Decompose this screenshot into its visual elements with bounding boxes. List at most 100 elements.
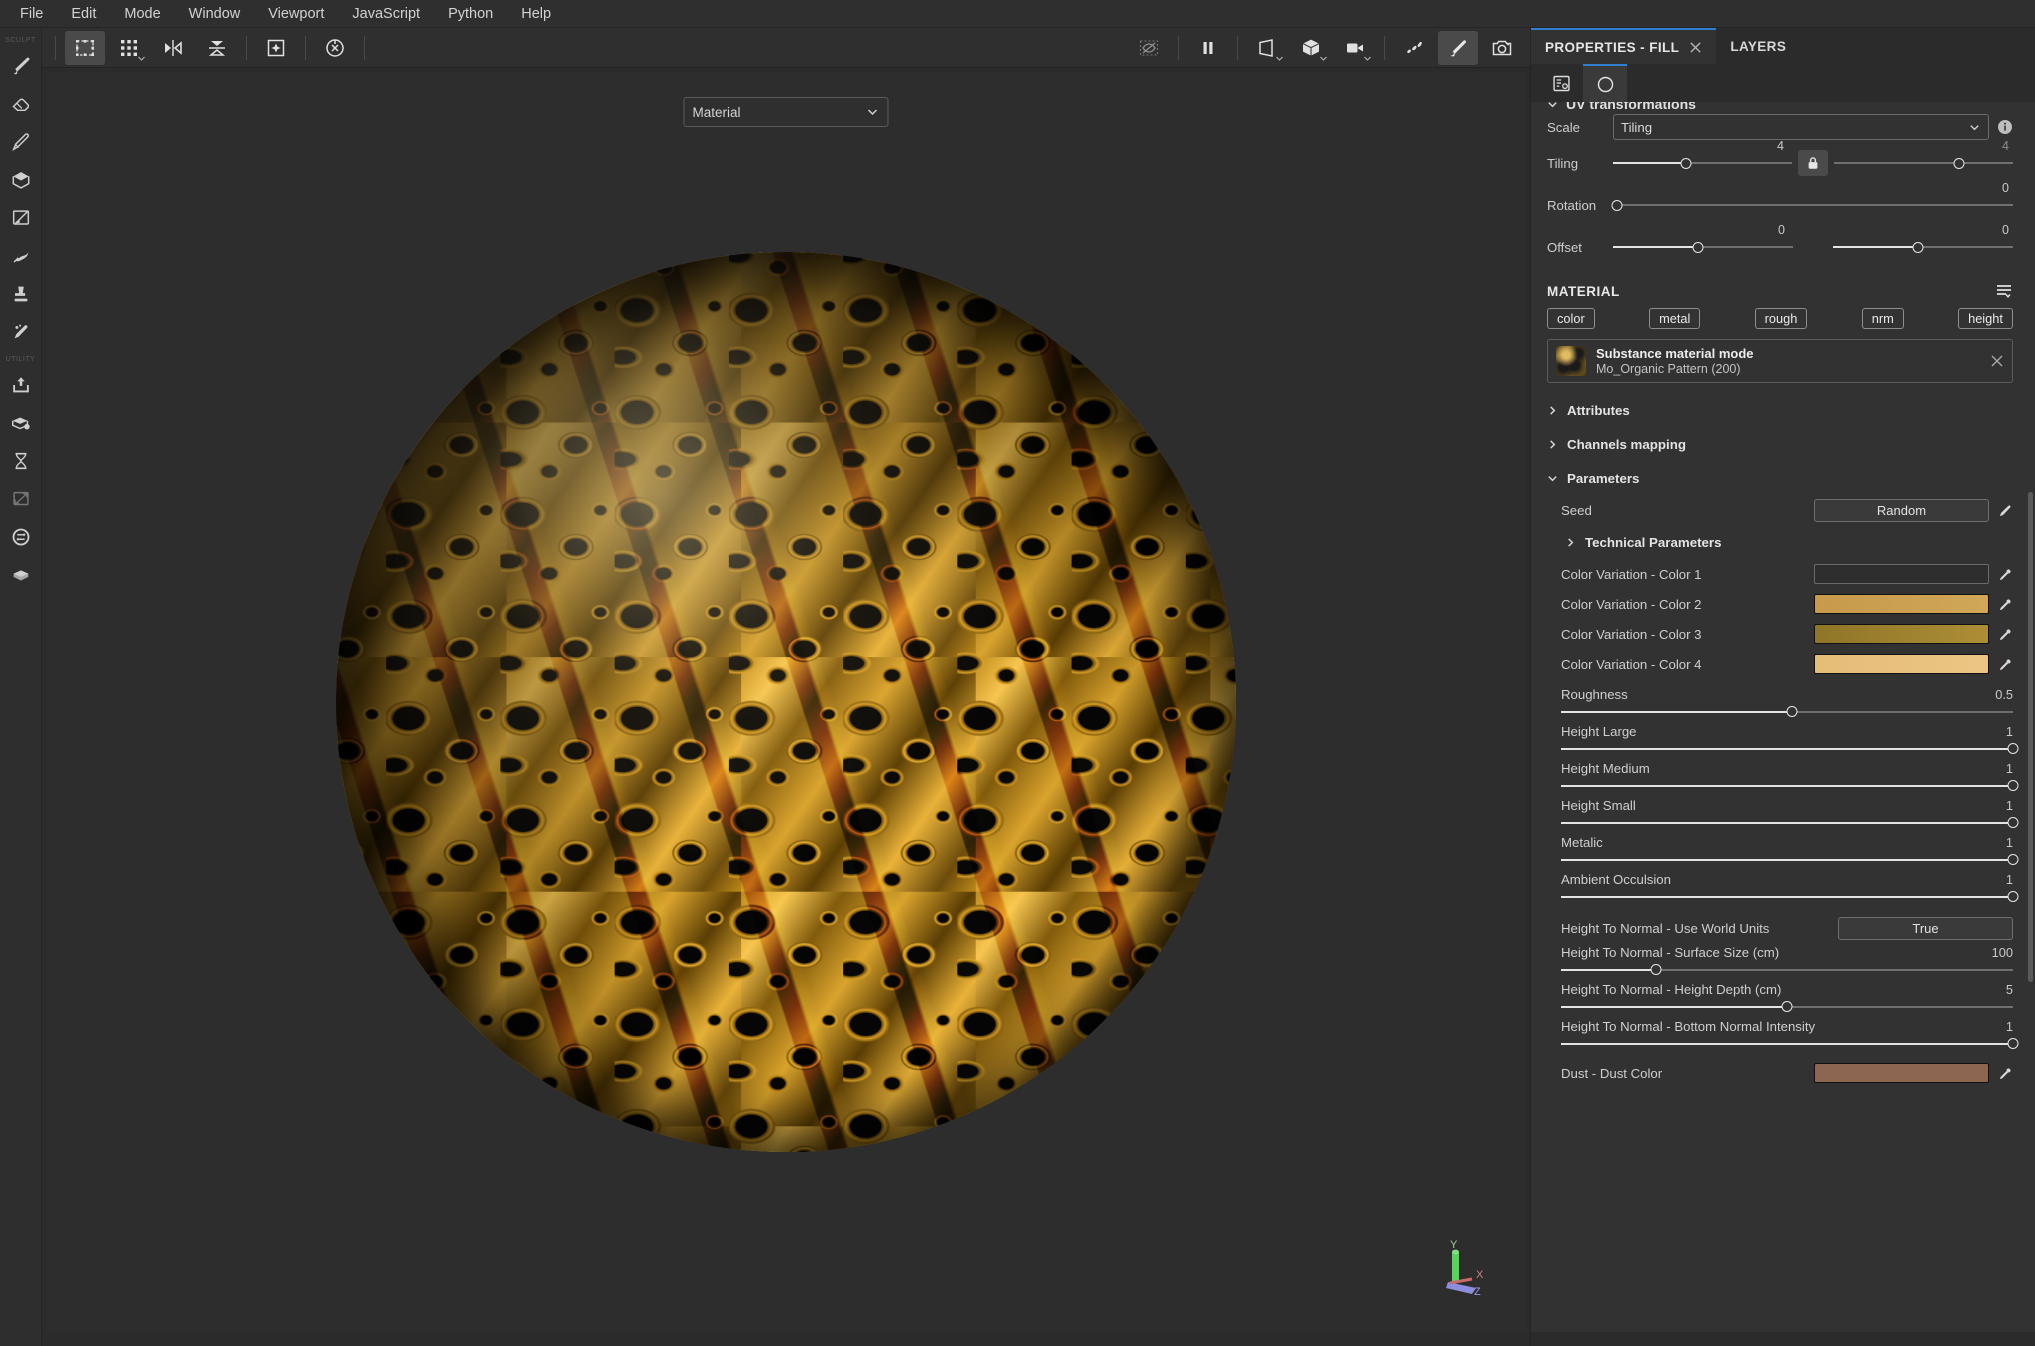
panel-vertical-scrollbar[interactable] bbox=[2028, 492, 2033, 982]
uv-transformations-header[interactable]: UV transformations bbox=[1547, 102, 2013, 112]
symmetry-button[interactable] bbox=[197, 31, 237, 65]
menu-viewport[interactable]: Viewport bbox=[254, 2, 338, 26]
slider-knob[interactable] bbox=[1611, 199, 1623, 211]
fill-tool[interactable] bbox=[4, 313, 38, 351]
height-medium-slider[interactable] bbox=[1561, 780, 2019, 792]
uv-offset-v-slider[interactable] bbox=[1833, 240, 2013, 254]
surface-size-slider[interactable] bbox=[1561, 964, 2013, 976]
display-mode-button[interactable] bbox=[1291, 31, 1331, 65]
close-icon[interactable] bbox=[1990, 354, 2004, 368]
menu-mode[interactable]: Mode bbox=[110, 2, 174, 26]
pencil-icon[interactable] bbox=[1998, 503, 2013, 518]
uv-offset-u-slider[interactable] bbox=[1613, 240, 1793, 254]
eyedropper-icon[interactable] bbox=[1998, 597, 2013, 612]
material-preview-button[interactable] bbox=[1394, 31, 1434, 65]
mirror-button[interactable] bbox=[153, 31, 193, 65]
selection-tool-button[interactable] bbox=[65, 30, 105, 65]
accordion-technical-parameters[interactable]: Technical Parameters bbox=[1547, 525, 2013, 559]
projection-tool[interactable] bbox=[4, 199, 38, 237]
uv-tiling-lock-button[interactable] bbox=[1798, 150, 1828, 176]
hourglass-tool[interactable] bbox=[4, 442, 38, 480]
eraser-tool[interactable] bbox=[4, 85, 38, 123]
slider-knob[interactable] bbox=[2007, 780, 2019, 791]
slider-knob[interactable] bbox=[2007, 817, 2019, 828]
slider-knob[interactable] bbox=[1680, 157, 1692, 169]
mesh-tool[interactable] bbox=[4, 556, 38, 594]
slider-knob[interactable] bbox=[1786, 706, 1798, 717]
accordion-parameters[interactable]: Parameters bbox=[1547, 461, 2013, 495]
channel-height[interactable]: height bbox=[1958, 308, 2013, 329]
paint-mode-button[interactable] bbox=[1438, 30, 1478, 65]
clone-stamp-tool[interactable] bbox=[4, 275, 38, 313]
smudge-tool[interactable] bbox=[4, 237, 38, 275]
slider-knob[interactable] bbox=[1692, 241, 1704, 253]
dust-color-swatch[interactable] bbox=[1814, 1063, 1989, 1083]
channel-color[interactable]: color bbox=[1547, 308, 1595, 329]
hamburger-menu-icon[interactable] bbox=[1995, 282, 2013, 300]
menu-edit[interactable]: Edit bbox=[57, 2, 110, 26]
channel-rough[interactable]: rough bbox=[1754, 308, 1808, 329]
material-preview-sphere[interactable] bbox=[336, 252, 1236, 1152]
info-icon[interactable] bbox=[1997, 119, 2013, 135]
slider-knob[interactable] bbox=[1650, 964, 1662, 975]
material-dropdown[interactable]: Material bbox=[683, 97, 889, 127]
geometry-decal-tool[interactable] bbox=[4, 161, 38, 199]
seed-button[interactable]: Random bbox=[1814, 498, 1989, 522]
slider-knob[interactable] bbox=[1781, 1001, 1793, 1012]
export-tool[interactable] bbox=[4, 366, 38, 404]
panel-scroll-body[interactable]: UV transformations Scale Tiling Tiling 4… bbox=[1531, 102, 2035, 1332]
eyedropper-icon[interactable] bbox=[1998, 627, 2013, 642]
menu-window[interactable]: Window bbox=[175, 2, 255, 26]
eyedropper-icon[interactable] bbox=[1998, 657, 2013, 672]
slider-knob[interactable] bbox=[2007, 854, 2019, 865]
ambient-occlusion-slider[interactable] bbox=[1561, 891, 2019, 903]
uv-tiling-v-slider[interactable] bbox=[1834, 156, 2013, 170]
height-to-normal-use-world-units-button[interactable]: True bbox=[1838, 916, 2013, 940]
menu-file[interactable]: File bbox=[6, 2, 57, 26]
color-variation-4-swatch[interactable] bbox=[1814, 654, 1989, 674]
substance-material-card[interactable]: Substance material mode Mo_Organic Patte… bbox=[1547, 339, 2013, 383]
roughness-slider[interactable] bbox=[1561, 706, 2013, 718]
slider-knob[interactable] bbox=[2007, 1038, 2019, 1049]
slider-knob[interactable] bbox=[2007, 891, 2019, 902]
eyedropper-icon[interactable] bbox=[1998, 567, 2013, 582]
slider-knob[interactable] bbox=[1953, 157, 1965, 169]
height-small-slider[interactable] bbox=[1561, 817, 2019, 829]
channel-metal[interactable]: metal bbox=[1649, 308, 1701, 329]
properties-settings-subtab[interactable] bbox=[1539, 64, 1583, 102]
refresh-tool[interactable] bbox=[4, 518, 38, 556]
bake-tool[interactable] bbox=[4, 404, 38, 442]
accordion-channels-mapping[interactable]: Channels mapping bbox=[1547, 427, 2013, 461]
clear-button[interactable] bbox=[315, 31, 355, 65]
bottom-normal-intensity-slider[interactable] bbox=[1561, 1038, 2019, 1050]
color-variation-3-swatch[interactable] bbox=[1814, 624, 1989, 644]
color-variation-1-swatch[interactable] bbox=[1814, 564, 1989, 584]
video-button[interactable] bbox=[1335, 31, 1375, 65]
slider-knob[interactable] bbox=[2007, 743, 2019, 754]
metalic-slider[interactable] bbox=[1561, 854, 2019, 866]
camera-perspective-button[interactable] bbox=[1247, 31, 1287, 65]
material-sphere-subtab[interactable] bbox=[1583, 64, 1627, 102]
menu-javascript[interactable]: JavaScript bbox=[338, 2, 434, 26]
uv-tool[interactable] bbox=[4, 480, 38, 518]
pen-tool[interactable] bbox=[4, 123, 38, 161]
uv-scale-dropdown[interactable]: Tiling bbox=[1613, 114, 1989, 140]
tab-layers[interactable]: LAYERS bbox=[1716, 28, 1801, 64]
accordion-attributes[interactable]: Attributes bbox=[1547, 393, 2013, 427]
hide-selection-button[interactable] bbox=[1129, 31, 1169, 65]
pause-button[interactable] bbox=[1188, 31, 1228, 65]
paint-brush-tool[interactable] bbox=[4, 47, 38, 85]
axis-gizmo[interactable]: Y X Z bbox=[1424, 1238, 1494, 1308]
height-large-slider[interactable] bbox=[1561, 743, 2019, 755]
tab-properties-fill[interactable]: PROPERTIES - FILL bbox=[1531, 28, 1717, 64]
add-frame-button[interactable] bbox=[256, 31, 296, 65]
uv-rotation-slider[interactable] bbox=[1611, 198, 2013, 212]
menu-help[interactable]: Help bbox=[507, 2, 565, 26]
uv-tiling-u-slider[interactable] bbox=[1613, 156, 1792, 170]
eyedropper-icon[interactable] bbox=[1998, 1066, 2013, 1081]
color-variation-2-swatch[interactable] bbox=[1814, 594, 1989, 614]
menu-python[interactable]: Python bbox=[434, 2, 507, 26]
height-depth-slider[interactable] bbox=[1561, 1001, 2013, 1013]
slider-knob[interactable] bbox=[1912, 241, 1924, 253]
channel-nrm[interactable]: nrm bbox=[1861, 308, 1904, 329]
